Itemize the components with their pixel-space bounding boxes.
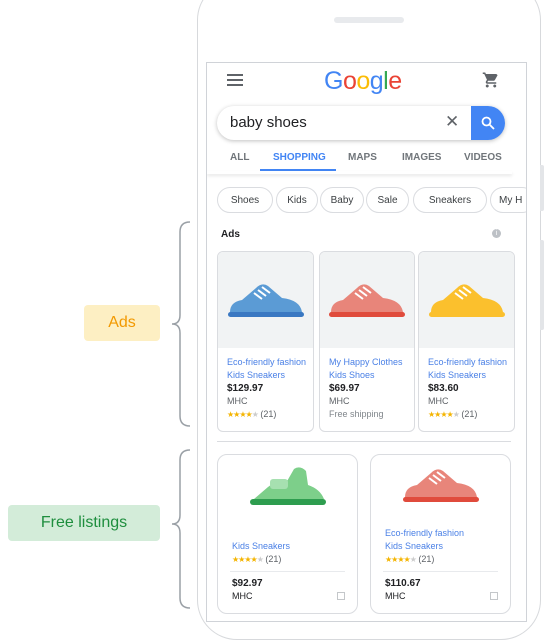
product-title[interactable]: Eco-friendly fashion: [428, 356, 512, 369]
ad-product-card[interactable]: My Happy Clothes Kids Shoes $69.97 MHC F…: [319, 251, 415, 432]
chip-kids[interactable]: Kids: [276, 187, 318, 213]
sneaker-image: [329, 284, 405, 317]
tab-all[interactable]: ALL: [230, 152, 249, 163]
product-price: $92.97: [232, 578, 263, 589]
seller: MHC: [385, 591, 406, 601]
search-button[interactable]: [471, 106, 505, 140]
free-listing-card[interactable]: Eco-friendly fashion Kids Sneakers ★★★★★…: [370, 454, 511, 614]
free-listings-brace: [171, 449, 191, 609]
seller: MHC: [428, 396, 449, 406]
seller: MHC: [232, 591, 253, 601]
search-bar: baby shoes ✕: [217, 106, 505, 140]
product-image: [218, 252, 313, 348]
tabs-shadow: [207, 171, 512, 174]
product-price: $110.67: [385, 578, 421, 589]
search-input[interactable]: baby shoes: [230, 114, 307, 131]
ad-product-card[interactable]: Eco-friendly fashion Kids Sneakers $129.…: [217, 251, 314, 432]
cart-icon[interactable]: [482, 71, 500, 89]
rating-stars: ★★★★★: [232, 555, 264, 564]
info-icon[interactable]: i: [492, 229, 501, 238]
product-price: $69.97: [329, 383, 360, 394]
review-count: (21): [265, 554, 282, 564]
tab-videos[interactable]: VIDEOS: [464, 152, 502, 163]
rating-stars: ★★★★★: [385, 555, 417, 564]
chip-my-h[interactable]: My H: [490, 187, 526, 213]
ad-product-card[interactable]: Eco-friendly fashion Kids Sneakers $83.6…: [418, 251, 515, 432]
product-subtitle[interactable]: Kids Sneakers: [232, 540, 353, 553]
product-subtitle[interactable]: Kids Sneakers: [428, 369, 512, 382]
tab-shopping[interactable]: SHOPPING: [273, 152, 326, 163]
phone-screen: Google baby shoes ✕ ALL SHOPPING MAPS IM…: [206, 62, 527, 622]
seller: MHC: [227, 396, 248, 406]
clear-icon[interactable]: ✕: [445, 112, 459, 132]
sandal-image: [249, 467, 326, 505]
free-listings-annotation: Free listings: [8, 505, 160, 541]
product-title[interactable]: Eco-friendly fashion: [227, 356, 311, 369]
product-price: $83.60: [428, 383, 459, 394]
tab-maps[interactable]: MAPS: [348, 152, 377, 163]
product-title[interactable]: My Happy Clothes: [329, 356, 412, 369]
power-button: [540, 240, 544, 330]
product-title[interactable]: [232, 527, 353, 540]
rating-stars: ★★★★★: [428, 410, 460, 419]
card-divider: [230, 571, 345, 572]
rating-stars: ★★★★★: [227, 410, 259, 419]
free-listing-card[interactable]: Kids Sneakers ★★★★★ (21) $92.97 MHC: [217, 454, 358, 614]
menu-icon[interactable]: [227, 74, 243, 86]
chip-sale[interactable]: Sale: [366, 187, 409, 213]
review-count: (21): [418, 554, 435, 564]
chip-shoes[interactable]: Shoes: [217, 187, 273, 213]
review-count: (21): [461, 409, 478, 419]
product-subtitle[interactable]: Kids Shoes: [329, 369, 412, 382]
review-count: (21): [260, 409, 277, 419]
search-icon: [481, 116, 495, 130]
volume-button: [540, 165, 544, 211]
sneaker-image: [227, 284, 304, 317]
tab-images[interactable]: IMAGES: [402, 152, 441, 163]
product-price: $129.97: [227, 383, 264, 394]
ads-brace: [171, 221, 191, 427]
chip-sneakers[interactable]: Sneakers: [413, 187, 487, 213]
product-title[interactable]: Eco-friendly fashion: [385, 527, 506, 540]
product-image: [419, 252, 514, 348]
phone-speaker: [334, 17, 404, 23]
product-image: [218, 465, 357, 509]
product-image: [320, 252, 414, 348]
sneaker-image: [402, 469, 479, 502]
sneaker-image: [428, 284, 505, 317]
product-image: [371, 465, 510, 505]
external-link-icon[interactable]: [490, 592, 498, 600]
ads-heading: Ads: [221, 229, 240, 240]
google-logo[interactable]: Google: [324, 67, 402, 96]
product-subtitle[interactable]: Kids Sneakers: [385, 540, 506, 553]
product-subtitle[interactable]: Kids Sneakers: [227, 369, 311, 382]
card-divider: [383, 571, 498, 572]
chip-baby[interactable]: Baby: [320, 187, 364, 213]
ads-annotation: Ads: [84, 305, 160, 341]
external-link-icon[interactable]: [337, 592, 345, 600]
section-divider: [217, 441, 511, 442]
seller: MHC: [329, 396, 350, 406]
shipping: Free shipping: [329, 409, 384, 419]
